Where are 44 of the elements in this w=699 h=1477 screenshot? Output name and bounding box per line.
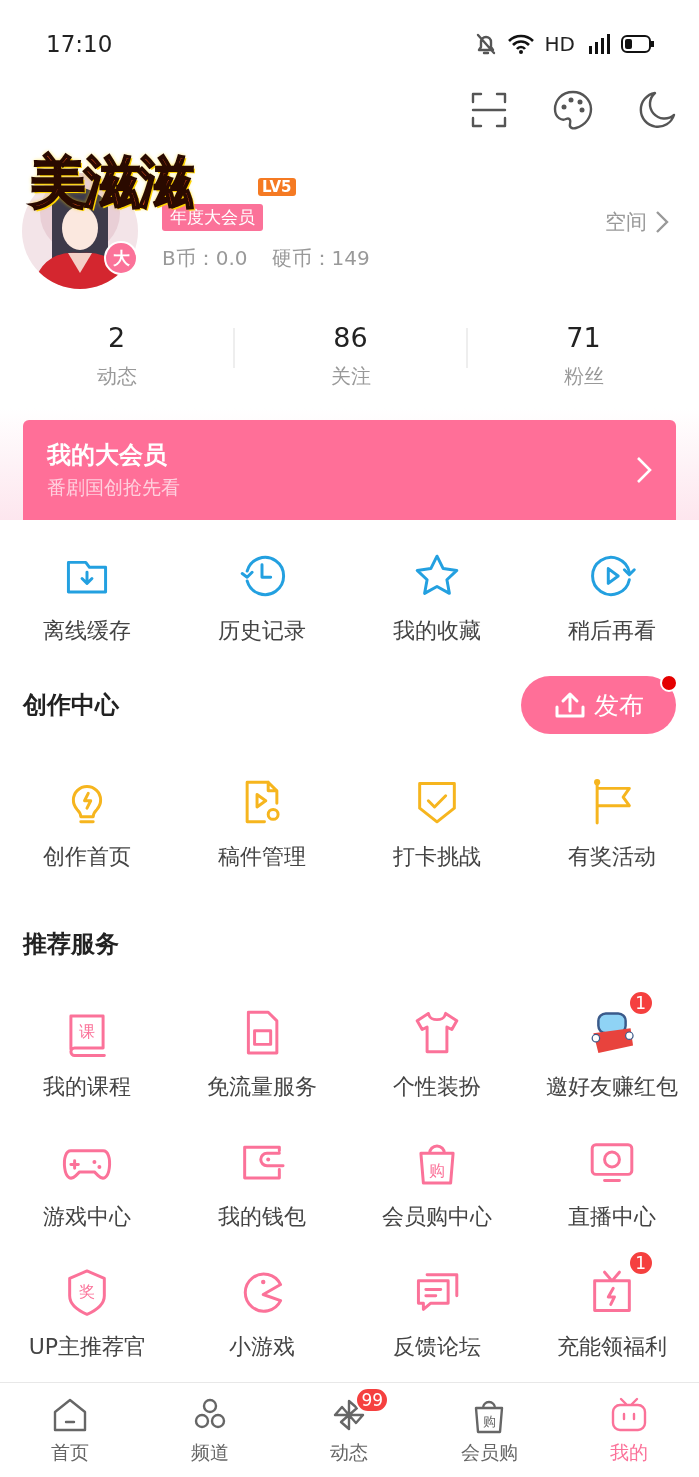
wifi-icon xyxy=(506,33,535,55)
service-label[interactable]: 离线缓存 xyxy=(43,616,132,646)
b-coin-balance: B币：0.0 xyxy=(162,245,248,272)
service-label[interactable]: 反馈论坛 xyxy=(392,1332,481,1362)
upload-icon xyxy=(553,691,586,719)
stat-value[interactable]: 86 xyxy=(333,322,368,353)
network-label: HD xyxy=(544,32,575,56)
count-badge: 1 xyxy=(627,1250,654,1276)
status-time: 17:10 xyxy=(46,31,113,57)
stat-value[interactable]: 2 xyxy=(107,322,126,353)
service-label[interactable]: 创作首页 xyxy=(43,842,132,872)
service-label[interactable]: 会员购中心 xyxy=(381,1202,492,1232)
service-label[interactable]: 个性装扮 xyxy=(392,1072,481,1102)
chevron-icon xyxy=(636,456,652,484)
service-label[interactable]: 稍后再看 xyxy=(567,616,656,646)
bell-off-icon xyxy=(474,32,497,56)
count-badge: 99 xyxy=(355,1387,390,1413)
count-badge: 1 xyxy=(627,990,654,1016)
service-label[interactable]: 历史记录 xyxy=(218,616,307,646)
service-label[interactable]: 充能领福利 xyxy=(556,1332,667,1362)
service-label[interactable]: 直播中心 xyxy=(567,1202,656,1232)
battery-icon xyxy=(621,34,655,54)
service-label[interactable]: 邀好友赚红包 xyxy=(545,1072,678,1102)
service-label[interactable]: 打卡挑战 xyxy=(392,842,481,872)
tab-item[interactable]: 购 会员购 xyxy=(419,1383,560,1477)
level-badge: LV5 xyxy=(258,178,296,196)
service-label[interactable]: 我的收藏 xyxy=(392,616,481,646)
tab-item[interactable]: 首页 xyxy=(0,1383,140,1477)
service-label[interactable]: 我的钱包 xyxy=(218,1202,307,1232)
service-label[interactable]: 有奖活动 xyxy=(567,842,656,872)
section-title: 创作中心 xyxy=(23,690,119,721)
tab-item[interactable]: 频道 xyxy=(139,1383,280,1477)
service-label[interactable]: 稿件管理 xyxy=(218,842,307,872)
service-label[interactable]: 小游戏 xyxy=(229,1332,296,1362)
service-label[interactable]: UP主推荐官 xyxy=(28,1332,147,1362)
stat-value[interactable]: 71 xyxy=(566,322,601,353)
section-title: 推荐服务 xyxy=(23,929,119,960)
service-label[interactable]: 我的课程 xyxy=(43,1072,132,1102)
service-label[interactable]: 免流量服务 xyxy=(207,1072,318,1102)
palette-icon[interactable] xyxy=(551,88,595,132)
coin-balance: 硬币：149 xyxy=(271,245,370,272)
tab-item[interactable]: 动态 99 xyxy=(279,1383,420,1477)
chevron-icon xyxy=(655,210,669,234)
service-label[interactable]: 游戏中心 xyxy=(43,1202,132,1232)
